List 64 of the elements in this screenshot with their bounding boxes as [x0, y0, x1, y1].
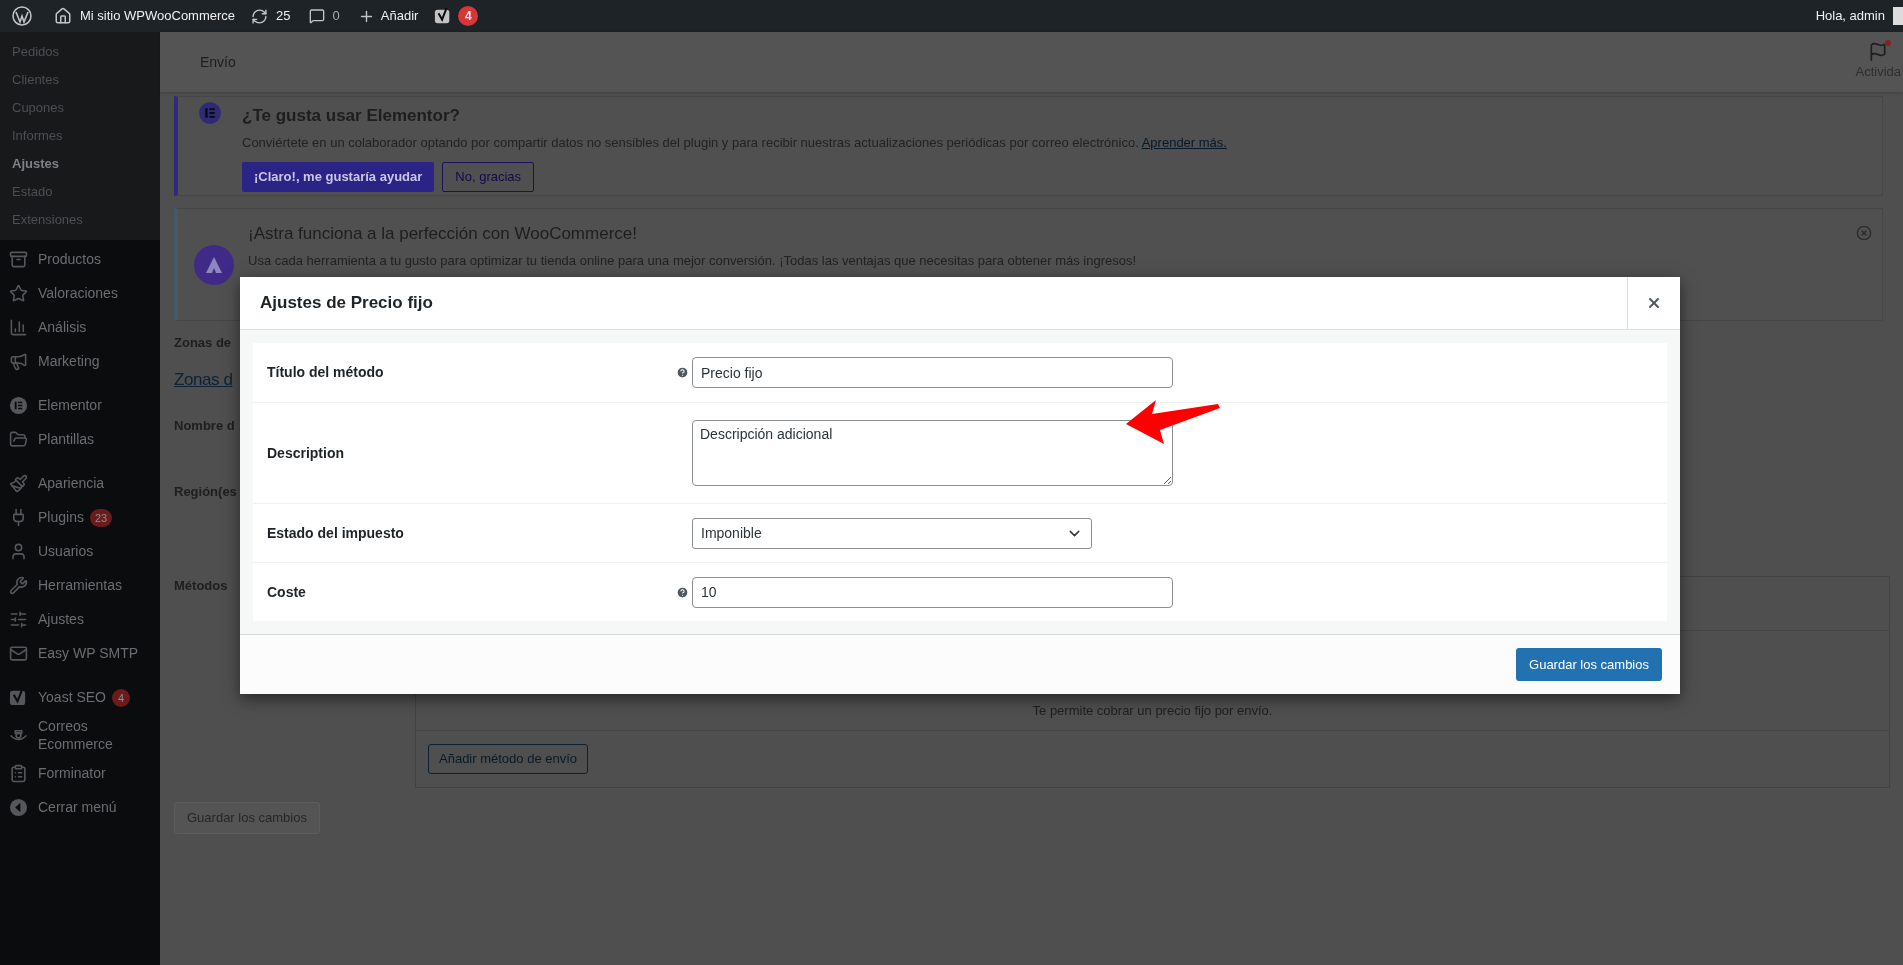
updates-icon[interactable]: [251, 7, 269, 25]
sidebar-menu-item[interactable]: Yoast SEO 4: [0, 680, 160, 714]
comments-count: 0: [332, 7, 340, 26]
sidebar-menu-item[interactable]: Ajustes: [0, 602, 160, 636]
sidebar-menu-item[interactable]: Plugins 23: [0, 500, 160, 534]
elementor-logo-icon: [198, 101, 222, 125]
text-field[interactable]: 10: [692, 576, 1173, 608]
sidebar-menu-item[interactable]: Easy WP SMTP: [0, 636, 160, 670]
sidebar-menu-item[interactable]: Usuarios: [0, 534, 160, 568]
menu-icon: [9, 317, 28, 337]
sidebar-menu-item[interactable]: Apariencia: [0, 466, 160, 500]
pointer-arrow-icon: [1126, 400, 1220, 444]
select-field[interactable]: Imponible: [692, 517, 1092, 549]
menu-icon: [9, 249, 28, 269]
add-method-button[interactable]: Añadir método de envío: [428, 744, 589, 774]
description-field[interactable]: Descripción adicional: [692, 420, 1173, 486]
zones-link[interactable]: Zonas d: [174, 366, 233, 392]
count-badge: 4: [112, 688, 130, 707]
add-new-link[interactable]: Añadir: [380, 6, 419, 26]
field-label: Título del método: [266, 363, 385, 382]
save-button[interactable]: Guardar los cambios: [1516, 648, 1662, 681]
text-field[interactable]: Precio fijo: [692, 357, 1173, 388]
help-icon[interactable]: [675, 585, 689, 599]
sidebar-menu-item[interactable]: Correos Ecommerce: [0, 714, 160, 756]
comments-icon[interactable]: [308, 8, 325, 24]
modal-title: Ajustes de Precio fijo: [259, 292, 434, 315]
menu-icon: [9, 351, 28, 371]
sidebar-menu-item[interactable]: Forminator: [0, 756, 160, 790]
accept-button[interactable]: ¡Claro!, me gustaría ayudar: [242, 162, 435, 192]
menu-icon: [9, 643, 28, 663]
sidebar-submenu-item[interactable]: Ajustes: [0, 150, 160, 178]
field-label: Coste: [266, 582, 307, 602]
sidebar-menu-item[interactable]: Productos: [0, 242, 160, 276]
notification-badge: 4: [458, 6, 479, 26]
sidebar-menu-item[interactable]: Cerrar menú: [0, 790, 160, 824]
site-name-link[interactable]: Mi sitio WPWooCommerce: [80, 6, 236, 26]
menu-icon: [9, 541, 28, 561]
menu-icon: [9, 429, 28, 449]
wordpress-logo-icon[interactable]: [12, 6, 32, 26]
sidebar-menu-item[interactable]: Plantillas: [0, 422, 160, 456]
sidebar-menu-item[interactable]: Valoraciones: [0, 276, 160, 310]
sidebar-menu-item[interactable]: Elementor: [0, 388, 160, 422]
learn-more-link[interactable]: Aprender más.: [1141, 134, 1227, 150]
greeting-text[interactable]: Hola, admin: [1815, 6, 1885, 26]
updates-count: 25: [276, 7, 291, 26]
sidebar-menu-item[interactable]: Marketing: [0, 344, 160, 378]
field-label: Estado del impuesto: [266, 523, 405, 543]
help-icon[interactable]: [675, 366, 689, 379]
menu-icon: [9, 473, 28, 493]
sidebar-menu-item[interactable]: Herramientas: [0, 568, 160, 602]
astra-logo-icon: [194, 245, 234, 285]
count-badge: 23: [89, 508, 113, 527]
sidebar-menu-item[interactable]: Análisis: [0, 310, 160, 344]
menu-icon: [9, 609, 28, 629]
menu-icon: [9, 283, 28, 303]
menu-icon: [9, 687, 28, 707]
menu-icon: [9, 797, 28, 817]
field-label: Description: [266, 443, 345, 463]
close-icon: [1646, 295, 1662, 311]
menu-icon: [9, 763, 28, 783]
menu-icon: [9, 575, 28, 595]
menu-icon: [9, 395, 28, 415]
home-icon: [54, 7, 72, 25]
decline-button[interactable]: No, gracias: [442, 162, 535, 192]
